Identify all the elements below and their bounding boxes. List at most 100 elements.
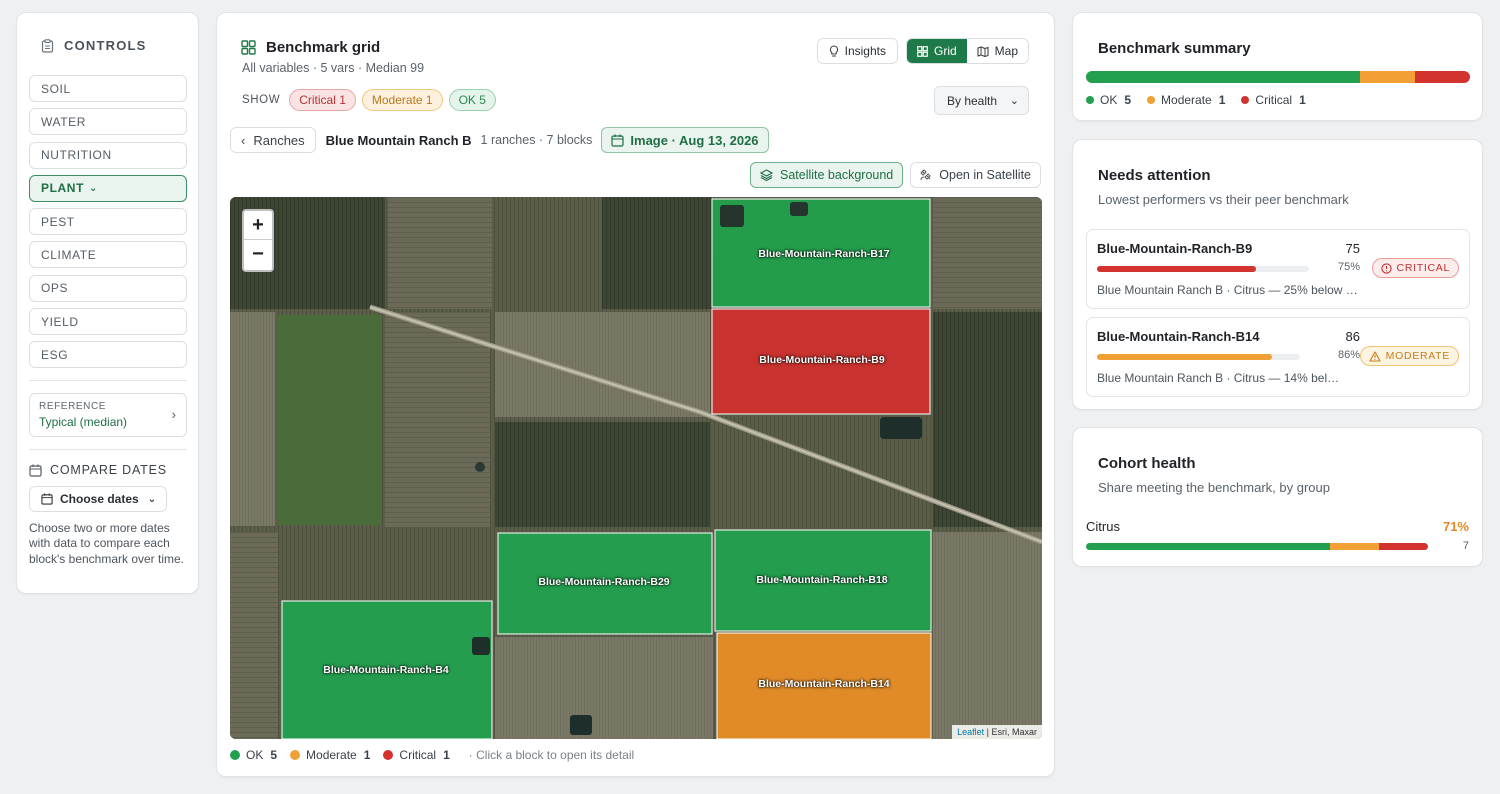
variable-label: WATER: [41, 114, 86, 129]
divider: [29, 449, 187, 450]
satellite-background-label: Satellite background: [779, 168, 894, 182]
reference-value: Typical (median): [39, 415, 128, 429]
variable-label: OPS: [41, 281, 69, 296]
variable-nutrition[interactable]: NUTRITION: [29, 141, 187, 169]
esri-attribution: Esri, Maxar: [991, 727, 1037, 737]
layers-icon: [759, 169, 773, 181]
filter-moderate[interactable]: Moderate 1: [361, 89, 443, 111]
summary-critical-count: 1: [1299, 93, 1306, 107]
attention-title: Needs attention: [1098, 167, 1211, 184]
calendar-icon: [29, 464, 42, 477]
variable-pest[interactable]: PEST: [29, 208, 187, 236]
variable-label: CLIMATE: [41, 247, 97, 262]
moderate-dot: [1147, 96, 1156, 104]
view-switcher: Insights Grid Map: [816, 38, 1029, 64]
legend-moderate-count: 1: [363, 748, 371, 762]
compare-dates-title: COMPARE DATES: [50, 463, 167, 477]
cohort-group-pct: 71%: [1442, 519, 1469, 534]
critical-dot: [383, 750, 394, 760]
block-label-b17[interactable]: Blue-Mountain-Ranch-B17: [758, 248, 889, 260]
cohort-group-count: 7: [1462, 540, 1469, 552]
cohort-bar: [1086, 543, 1428, 550]
zoom-out-button[interactable]: −: [244, 240, 272, 269]
summary-legend: OK 5 Moderate 1 Critical 1: [1086, 93, 1322, 107]
cohort-title: Cohort health: [1098, 455, 1196, 472]
attention-item-pct: 75%: [1337, 261, 1360, 273]
attention-item-name: Blue-Mountain-Ranch-B9: [1097, 241, 1253, 256]
breadcrumb: ‹ Ranches Blue Mountain Ranch B 1 ranche…: [230, 127, 769, 153]
status-badge: CRITICAL: [1371, 258, 1459, 278]
cohort-group-name: Citrus: [1086, 519, 1120, 534]
sort-value: By health: [947, 93, 998, 108]
attention-item-score: 75: [1345, 241, 1360, 256]
tab-grid[interactable]: Grid: [906, 39, 967, 63]
open-in-satellite-button[interactable]: Open in Satellite: [910, 162, 1041, 188]
ranch-meta: 1 ranches · 7 blocks: [480, 133, 593, 147]
attention-item-b9[interactable]: Blue-Mountain-Ranch-B9 75 75% CRITICAL B…: [1086, 229, 1470, 309]
chevron-right-icon: ›: [171, 407, 176, 422]
needs-attention-card: Needs attention Lowest performers vs the…: [1072, 139, 1483, 410]
reference-selector[interactable]: REFERENCE Typical (median) ›: [29, 393, 187, 437]
filter-ok[interactable]: OK 5: [448, 89, 496, 111]
satellite-background-toggle[interactable]: Satellite background: [749, 162, 904, 188]
calendar-icon: [41, 493, 53, 505]
variable-label: PEST: [41, 214, 75, 229]
variable-label: SOIL: [41, 81, 71, 96]
view-toggle: Grid Map: [905, 38, 1029, 64]
insights-button[interactable]: Insights: [816, 38, 898, 64]
tab-grid-label: Grid: [933, 44, 957, 58]
satellite-map[interactable]: Blue-Mountain-Ranch-B17 Blue-Mountain-Ra…: [230, 197, 1042, 739]
summary-moderate: Moderate: [1161, 93, 1212, 107]
satellite-icon: [920, 169, 931, 181]
controls-title: CONTROLS: [64, 38, 147, 53]
image-date-button[interactable]: Image · Aug 13, 2026: [601, 127, 769, 153]
block-label-b18[interactable]: Blue-Mountain-Ranch-B18: [756, 574, 887, 586]
status-badge-label: CRITICAL: [1396, 262, 1450, 274]
ranches-back-button[interactable]: ‹ Ranches: [230, 127, 316, 153]
controls-panel: CONTROLS SOIL WATER NUTRITION PLANT ⌄ PES…: [16, 12, 199, 594]
attention-item-pct: 86%: [1337, 349, 1360, 361]
summary-bar: [1086, 71, 1470, 83]
tab-map-label: Map: [994, 44, 1018, 58]
block-label-b9[interactable]: Blue-Mountain-Ranch-B9: [759, 354, 884, 366]
map-icon: [977, 45, 989, 57]
show-label: SHOW: [242, 94, 281, 106]
cohort-subtitle: Share meeting the benchmark, by group: [1098, 480, 1330, 495]
attention-item-b14[interactable]: Blue-Mountain-Ranch-B14 86 86% MODERATE …: [1086, 317, 1470, 397]
zoom-in-button[interactable]: +: [244, 211, 272, 240]
legend-moderate: Moderate: [306, 748, 357, 762]
block-label-b29[interactable]: Blue-Mountain-Ranch-B29: [538, 576, 669, 588]
chevron-down-icon: ⌄: [89, 182, 98, 194]
block-label-b14[interactable]: Blue-Mountain-Ranch-B14: [758, 678, 889, 690]
variable-esg[interactable]: ESG: [29, 341, 187, 369]
summary-title: Benchmark summary: [1098, 40, 1251, 57]
attention-item-name: Blue-Mountain-Ranch-B14: [1097, 329, 1260, 344]
choose-dates-button[interactable]: Choose dates ⌄: [29, 486, 167, 512]
filter-critical[interactable]: Critical 1: [289, 89, 356, 111]
leaflet-link[interactable]: Leaflet: [957, 727, 984, 737]
variable-yield[interactable]: YIELD: [29, 308, 187, 336]
variable-ops[interactable]: OPS: [29, 274, 187, 302]
legend-ok-count: 5: [270, 748, 278, 762]
variable-water[interactable]: WATER: [29, 108, 187, 136]
summary-ok-count: 5: [1124, 93, 1132, 107]
cohort-bar-moderate: [1330, 543, 1380, 550]
ranches-label: Ranches: [253, 132, 305, 148]
variable-climate[interactable]: CLIMATE: [29, 241, 187, 269]
alert-circle-icon: [1380, 262, 1392, 274]
divider: [29, 380, 187, 381]
summary-moderate-count: 1: [1218, 93, 1226, 107]
chevron-down-icon: ⌄: [1009, 95, 1019, 107]
clipboard-icon: [41, 38, 54, 53]
chevron-left-icon: ‹: [241, 132, 246, 148]
summary-bar-critical: [1415, 71, 1470, 83]
compare-dates-header: COMPARE DATES: [29, 463, 167, 477]
legend-critical: Critical: [399, 748, 437, 762]
variable-plant[interactable]: PLANT ⌄: [29, 174, 187, 202]
image-date-label: Image · Aug 13, 2026: [630, 132, 759, 148]
sort-select[interactable]: By health ⌄: [934, 86, 1029, 115]
attention-subtitle: Lowest performers vs their peer benchmar…: [1098, 192, 1349, 207]
tab-map[interactable]: Map: [967, 39, 1028, 63]
block-label-b4[interactable]: Blue-Mountain-Ranch-B4: [323, 664, 448, 676]
variable-soil[interactable]: SOIL: [29, 75, 187, 102]
